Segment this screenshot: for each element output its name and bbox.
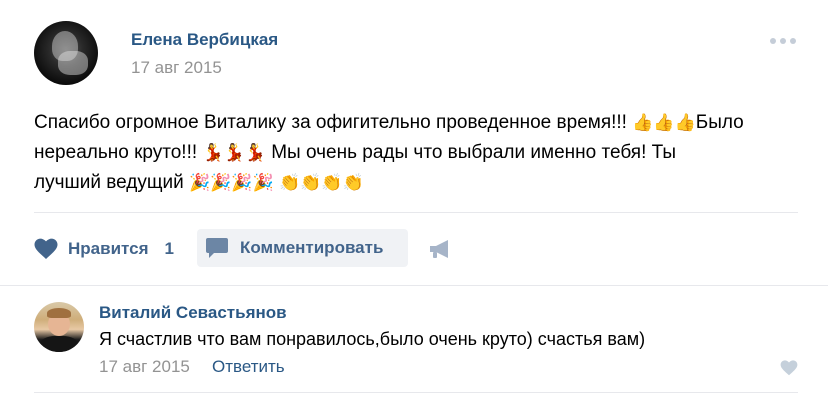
- more-icon[interactable]: [770, 38, 796, 44]
- comment-icon: [206, 238, 228, 258]
- comment-label: Комментировать: [240, 238, 384, 257]
- commenter-avatar[interactable]: [34, 302, 84, 352]
- post-text-part: Было: [695, 112, 744, 133]
- post-text-line-2: нереально круто!!! 💃💃💃 Мы очень рады что…: [34, 138, 794, 168]
- comment-heart-icon[interactable]: [780, 360, 798, 376]
- post-text-part: нереально круто!!!: [34, 142, 198, 163]
- reply-button[interactable]: Ответить: [212, 357, 285, 377]
- thumbs-up-emoji: 👍👍👍: [632, 113, 696, 133]
- avatar-hair: [47, 308, 71, 318]
- like-count: 1: [164, 239, 174, 258]
- party-popper-emoji: 🎉🎉🎉🎉: [189, 173, 274, 193]
- post-author-name[interactable]: Елена Вербицкая: [131, 30, 278, 50]
- like-label: Нравится: [68, 239, 149, 258]
- comment-button[interactable]: Комментировать: [197, 229, 408, 267]
- avatar-body: [40, 336, 78, 352]
- dancer-emoji: 💃💃💃: [202, 143, 266, 163]
- like-button[interactable]: Нравится 1: [34, 232, 174, 266]
- divider: [34, 392, 798, 393]
- post-date[interactable]: 17 авг 2015: [131, 58, 222, 78]
- post-text: Спасибо огромное Виталику за офигительно…: [34, 108, 794, 198]
- post-text-line-3: лучший ведущий 🎉🎉🎉🎉 👏👏👏👏: [34, 168, 794, 198]
- clapping-emoji: 👏👏👏👏: [278, 173, 364, 193]
- avatar-figure-2: [58, 51, 88, 75]
- divider: [34, 212, 798, 213]
- comment-text: Я счастлив что вам понравилось,было очен…: [99, 329, 646, 349]
- comment-date[interactable]: 17 авг 2015: [99, 357, 190, 377]
- post-text-part: Спасибо огромное Виталику за офигительно…: [34, 112, 627, 133]
- heart-icon: [34, 238, 58, 259]
- author-avatar[interactable]: [34, 21, 98, 85]
- post-text-part: лучший ведущий: [34, 172, 184, 193]
- post-text-line-1: Спасибо огромное Виталику за офигительно…: [34, 108, 794, 138]
- comment-author-name[interactable]: Виталий Севастьянов: [99, 303, 287, 323]
- divider: [0, 285, 828, 286]
- share-icon[interactable]: [428, 237, 454, 261]
- post-text-part: Мы очень рады что выбрали именно тебя! Т…: [265, 142, 677, 163]
